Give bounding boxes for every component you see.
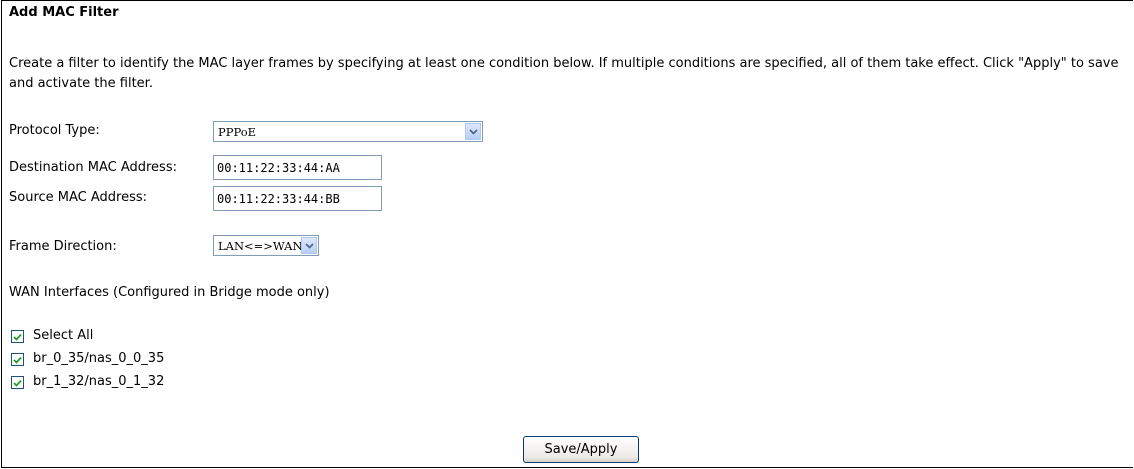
save-apply-button[interactable]: Save/Apply bbox=[523, 436, 639, 463]
page-title: Add MAC Filter bbox=[9, 5, 119, 20]
protocol-type-value: PPPoE bbox=[218, 125, 257, 139]
interface-checkbox-br0[interactable] bbox=[11, 353, 24, 366]
checkmark-icon bbox=[13, 379, 22, 387]
select-all-label: Select All bbox=[33, 328, 94, 343]
wan-interfaces-heading: WAN Interfaces (Configured in Bridge mod… bbox=[9, 285, 330, 300]
destination-mac-input[interactable]: 00:11:22:33:44:AA bbox=[213, 155, 382, 180]
interface-label-br1: br_1_32/nas_0_1_32 bbox=[33, 374, 165, 389]
frame-direction-select[interactable]: LAN<=>WAN bbox=[213, 235, 319, 256]
description-text: Create a filter to identify the MAC laye… bbox=[9, 56, 1119, 91]
source-mac-label: Source MAC Address: bbox=[9, 190, 148, 205]
chevron-down-icon[interactable] bbox=[465, 123, 481, 140]
interface-label-br0: br_0_35/nas_0_0_35 bbox=[33, 351, 165, 366]
checkmark-icon bbox=[13, 356, 22, 364]
protocol-type-select[interactable]: PPPoE bbox=[213, 121, 483, 142]
select-all-checkbox[interactable] bbox=[11, 330, 24, 343]
interface-checkbox-br1[interactable] bbox=[11, 376, 24, 389]
protocol-type-label: Protocol Type: bbox=[9, 123, 100, 138]
destination-mac-label: Destination MAC Address: bbox=[9, 160, 177, 175]
frame-direction-value: LAN<=>WAN bbox=[218, 239, 303, 253]
chevron-down-icon[interactable] bbox=[301, 237, 317, 254]
checkmark-icon bbox=[13, 333, 22, 341]
source-mac-input[interactable]: 00:11:22:33:44:BB bbox=[213, 186, 382, 211]
frame-direction-label: Frame Direction: bbox=[9, 239, 117, 254]
